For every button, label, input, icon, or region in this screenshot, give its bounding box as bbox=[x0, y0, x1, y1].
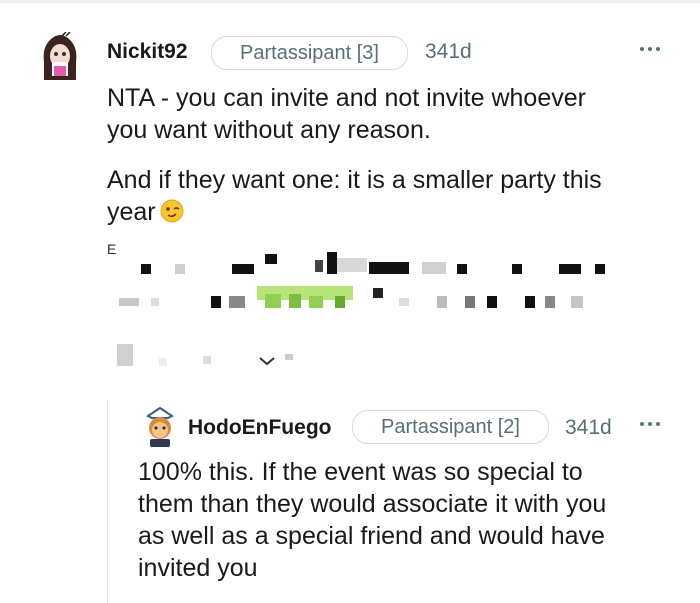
reply-user-flair: Partassipant [2] bbox=[352, 410, 549, 444]
more-options-button[interactable] bbox=[640, 44, 666, 54]
comment-username[interactable]: Nickit92 bbox=[107, 40, 188, 64]
reply-avatar[interactable] bbox=[140, 406, 180, 448]
paragraph-1-line-2: you want without any reason. bbox=[107, 116, 431, 144]
obscured-edit-prefix: E bbox=[107, 241, 117, 257]
more-horizontal-icon bbox=[640, 47, 644, 51]
reply-line-4: invited you bbox=[138, 554, 258, 582]
chevron-down-icon[interactable] bbox=[257, 354, 277, 372]
paragraph-2-line-1: And if they want one: it is a smaller pa… bbox=[107, 166, 602, 194]
user-avatar[interactable] bbox=[36, 32, 84, 84]
paragraph-2-line-2-wrap: year bbox=[107, 196, 184, 231]
reply-age: 341d bbox=[565, 416, 612, 439]
top-divider bbox=[0, 0, 700, 3]
reply-line-2: them than they would associate it with y… bbox=[138, 490, 607, 518]
obscured-edit-text: E bbox=[107, 242, 607, 376]
comment-age: 341d bbox=[425, 40, 472, 63]
reply-line-1: 100% this. If the event was so special t… bbox=[138, 458, 583, 486]
more-horizontal-icon bbox=[640, 422, 644, 426]
reply-line-3: as well as a special friend and would ha… bbox=[138, 522, 605, 550]
reply-username[interactable]: HodoEnFuego bbox=[188, 416, 331, 440]
reply-more-options-button[interactable] bbox=[640, 419, 666, 429]
wink-emoji-icon bbox=[160, 199, 184, 231]
reply-thread-line[interactable] bbox=[107, 400, 108, 603]
paragraph-2-line-2: year bbox=[107, 198, 156, 226]
user-flair: Partassipant [3] bbox=[211, 36, 408, 70]
paragraph-1-line-1: NTA - you can invite and not invite whoe… bbox=[107, 84, 586, 112]
